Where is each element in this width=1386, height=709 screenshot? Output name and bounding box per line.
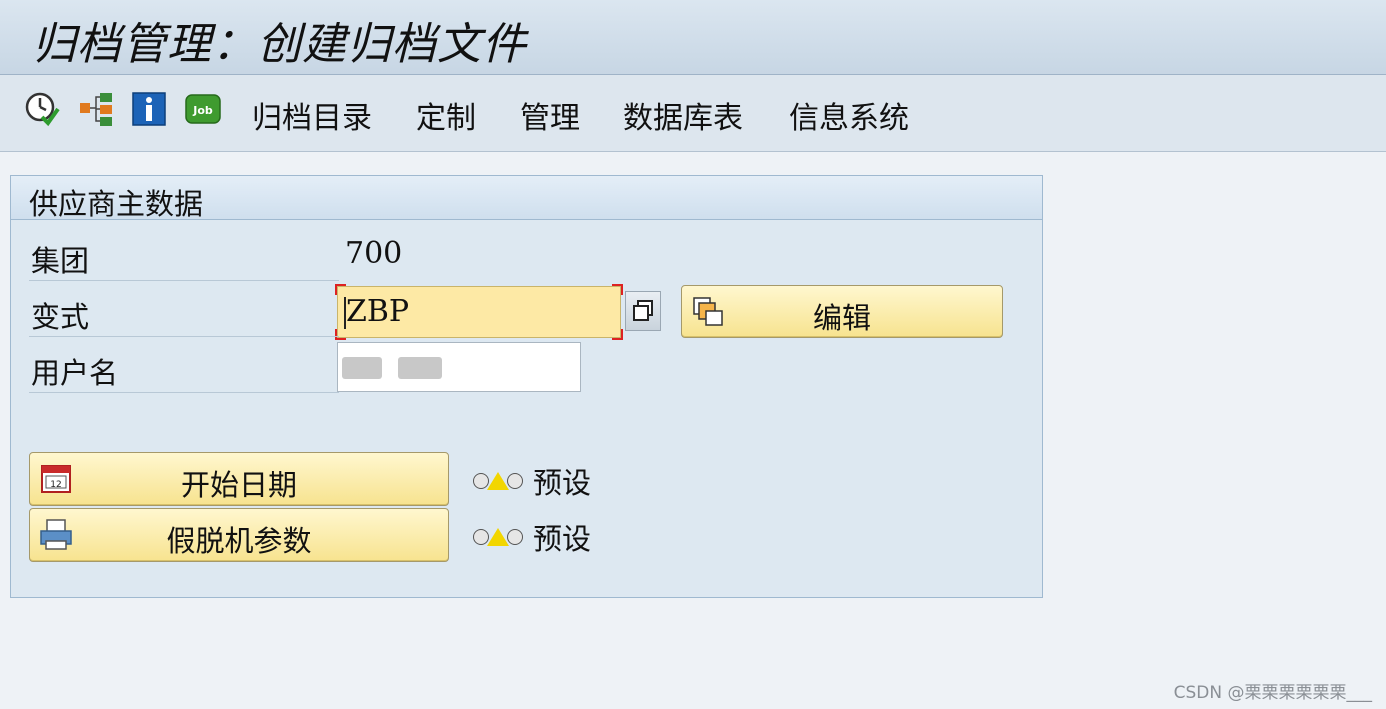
traffic-light-icon <box>473 472 523 490</box>
start-date-status-text: 预设 <box>533 466 592 500</box>
copy-icon <box>633 300 653 321</box>
menu-database-tables[interactable]: 数据库表 <box>623 93 743 137</box>
panel-title: 供应商主数据 <box>29 187 204 221</box>
execute-clock-icon[interactable] <box>24 91 60 127</box>
variant-label: 变式 <box>31 300 90 334</box>
focus-corner <box>612 329 623 340</box>
variant-input[interactable]: ZBP <box>335 284 623 340</box>
row-divider <box>29 336 339 337</box>
start-date-button-label: 开始日期 <box>180 468 297 502</box>
focus-corner <box>612 284 623 295</box>
page-title: 归档管理：创建归档文件 <box>32 19 527 70</box>
start-date-button[interactable]: 12 开始日期 <box>29 452 449 506</box>
traffic-light-icon <box>473 528 523 546</box>
row-divider <box>29 392 339 393</box>
redacted-text <box>342 357 382 379</box>
client-label: 集团 <box>31 244 90 278</box>
spool-parameters-button-label: 假脱机参数 <box>166 524 312 558</box>
spool-status-text: 预设 <box>533 522 592 556</box>
spool-parameters-button[interactable]: 假脱机参数 <box>29 508 449 562</box>
variant-value-help-button[interactable] <box>625 291 661 331</box>
username-input[interactable] <box>337 342 581 392</box>
menu-management[interactable]: 管理 <box>520 93 580 137</box>
row-divider <box>29 280 339 281</box>
svg-text:Job: Job <box>192 104 213 117</box>
focus-corner <box>335 284 346 295</box>
job-icon[interactable]: Job <box>185 91 221 127</box>
application-toolbar: Job 归档目录 定制 管理 数据库表 信息系统 <box>0 75 1386 152</box>
edit-button-label: 编辑 <box>812 301 871 335</box>
spool-status: 预设 <box>473 516 591 558</box>
watermark: CSDN @栗栗栗栗栗栗___ <box>1173 683 1372 703</box>
focus-corner <box>335 329 346 340</box>
edit-button[interactable]: 编辑 <box>681 285 1003 338</box>
title-bar: 归档管理：创建归档文件 <box>0 0 1386 75</box>
variant-input-value: ZBP <box>346 294 410 329</box>
info-icon[interactable] <box>131 91 167 127</box>
redacted-text <box>398 357 442 379</box>
menu-info-system[interactable]: 信息系统 <box>789 93 909 137</box>
vendor-master-data-panel: 供应商主数据 集团 700 变式 ZBP 编辑 用户名 12 开始日期 预设 假… <box>10 175 1043 598</box>
start-date-status: 预设 <box>473 460 591 502</box>
panel-header: 供应商主数据 <box>11 176 1042 221</box>
username-label: 用户名 <box>31 356 119 390</box>
menu-archive-directory[interactable]: 归档目录 <box>252 93 372 137</box>
menu-customizing[interactable]: 定制 <box>416 93 476 137</box>
hierarchy-icon[interactable] <box>78 91 114 127</box>
client-value: 700 <box>345 236 403 271</box>
